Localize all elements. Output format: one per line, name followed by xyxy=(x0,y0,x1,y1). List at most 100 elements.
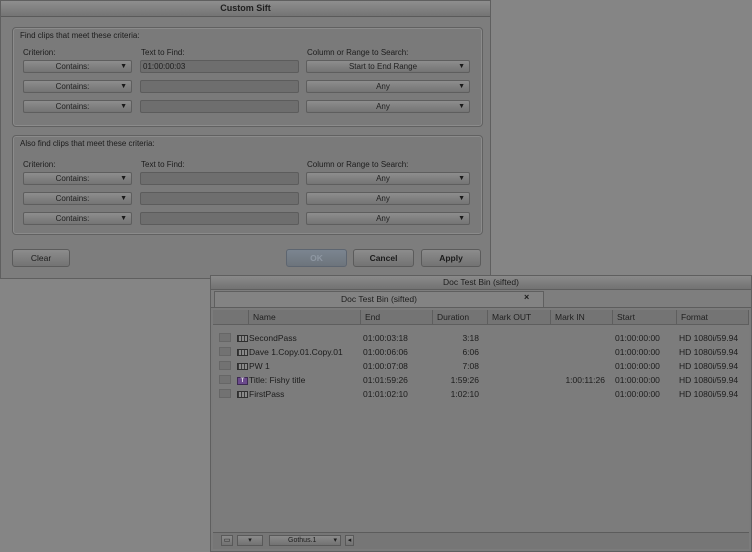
bin-view-dropdown[interactable]: Gothus.1 ▾ xyxy=(269,535,341,546)
end-cell: 01:00:06:06 xyxy=(363,347,408,357)
clip-icon xyxy=(237,349,248,357)
tab-doc-test-bin[interactable]: Doc Test Bin (sifted) xyxy=(214,291,544,307)
column-range-label: Column or Range to Search: xyxy=(307,160,409,169)
column-header-name[interactable]: Name xyxy=(249,310,361,325)
range-dropdown[interactable]: Any ▼ xyxy=(306,192,470,205)
format-cell: HD 1080i/59.94 xyxy=(679,389,739,399)
end-cell: 01:00:03:18 xyxy=(363,333,408,343)
table-row[interactable]: T Title: Fishy title 01:01:59:26 1:59:26 … xyxy=(213,373,749,387)
range-dropdown[interactable]: Any ▼ xyxy=(306,80,470,93)
bin-view-icon[interactable]: ▭ xyxy=(221,535,233,546)
dropdown-arrow-icon: ▼ xyxy=(458,63,465,70)
column-header-mark-in[interactable]: Mark IN xyxy=(551,310,613,325)
dropdown-arrow-icon: ▼ xyxy=(120,63,127,70)
table-row[interactable]: FirstPass 01:01:02:10 1:02:10 01:00:00:0… xyxy=(213,387,749,401)
group-title: Find clips that meet these criteria: xyxy=(20,31,140,40)
end-cell: 01:01:59:26 xyxy=(363,375,408,385)
criterion-dropdown[interactable]: Contains: ▼ xyxy=(23,100,132,113)
clear-button[interactable]: Clear xyxy=(12,249,70,267)
range-dropdown[interactable]: Any ▼ xyxy=(306,212,470,225)
criterion-label: Criterion: xyxy=(23,160,56,169)
column-header-mark-out[interactable]: Mark OUT xyxy=(488,310,551,325)
clip-name-cell: Dave 1.Copy.01.Copy.01 xyxy=(237,345,343,359)
duration-cell: 3:18 xyxy=(462,333,479,343)
mark-in-cell: 1:00:11:26 xyxy=(565,375,605,385)
find-criteria-group: Find clips that meet these criteria: Cri… xyxy=(12,27,483,127)
criterion-dropdown[interactable]: Contains: ▼ xyxy=(23,80,132,93)
bin-menu-button[interactable]: ▾ xyxy=(237,535,263,546)
column-header-format[interactable]: Format xyxy=(677,310,749,325)
also-find-criteria-group: Also find clips that meet these criteria… xyxy=(12,135,483,235)
row-select-box[interactable] xyxy=(219,361,231,370)
format-cell: HD 1080i/59.94 xyxy=(679,361,739,371)
scroll-left-icon[interactable]: ◂ xyxy=(345,535,354,546)
dropdown-arrow-icon: ▼ xyxy=(120,83,127,90)
dropdown-arrow-icon: ▼ xyxy=(458,175,465,182)
criterion-dropdown[interactable]: Contains: ▼ xyxy=(23,60,132,73)
text-to-find-label: Text to Find: xyxy=(141,160,185,169)
text-to-find-input[interactable]: 01:00:00:03 xyxy=(140,60,299,73)
criterion-label: Criterion: xyxy=(23,48,56,57)
duration-cell: 7:08 xyxy=(462,361,479,371)
title-icon: T xyxy=(237,376,248,385)
cancel-button[interactable]: Cancel xyxy=(353,249,414,267)
range-dropdown[interactable]: Any ▼ xyxy=(306,172,470,185)
range-dropdown[interactable]: Any ▼ xyxy=(306,100,470,113)
header-select xyxy=(213,310,249,325)
dropdown-arrow-icon: ▼ xyxy=(458,215,465,222)
ok-button[interactable]: OK xyxy=(286,249,347,267)
text-to-find-input[interactable] xyxy=(140,212,299,225)
bin-rows: SecondPass 01:00:03:18 3:18 01:00:00:00 … xyxy=(213,325,749,532)
table-row[interactable]: Dave 1.Copy.01.Copy.01 01:00:06:06 6:06 … xyxy=(213,345,749,359)
bin-view-label: Gothus.1 xyxy=(288,537,317,544)
end-cell: 01:00:07:08 xyxy=(363,361,408,371)
criterion-dropdown[interactable]: Contains: ▼ xyxy=(23,212,132,225)
group-title: Also find clips that meet these criteria… xyxy=(20,139,155,148)
end-cell: 01:01:02:10 xyxy=(363,389,408,399)
row-select-box[interactable] xyxy=(219,389,231,398)
table-row[interactable]: PW 1 01:00:07:08 7:08 01:00:00:00 HD 108… xyxy=(213,359,749,373)
format-cell: HD 1080i/59.94 xyxy=(679,375,739,385)
mark-in-cell xyxy=(553,331,605,345)
clip-name-cell: FirstPass xyxy=(237,387,284,401)
clip-name-cell: PW 1 xyxy=(237,359,270,373)
start-cell: 01:00:00:00 xyxy=(615,333,660,343)
column-header-end[interactable]: End xyxy=(361,310,433,325)
dialog-title: Custom Sift xyxy=(1,1,490,17)
duration-cell: 1:02:10 xyxy=(450,389,479,399)
table-row[interactable]: SecondPass 01:00:03:18 3:18 01:00:00:00 … xyxy=(213,331,749,345)
clip-icon xyxy=(237,363,248,371)
apply-button[interactable]: Apply xyxy=(421,249,481,267)
dropdown-arrow-icon: ▼ xyxy=(120,215,127,222)
text-to-find-input[interactable] xyxy=(140,172,299,185)
criterion-dropdown[interactable]: Contains: ▼ xyxy=(23,172,132,185)
clip-icon xyxy=(237,335,248,343)
text-to-find-input[interactable] xyxy=(140,192,299,205)
close-tab-icon[interactable]: × xyxy=(524,292,529,302)
text-to-find-input[interactable] xyxy=(140,80,299,93)
dropdown-arrow-icon: ▼ xyxy=(120,103,127,110)
text-to-find-label: Text to Find: xyxy=(141,48,185,57)
row-select-box[interactable] xyxy=(219,347,231,356)
start-cell: 01:00:00:00 xyxy=(615,361,660,371)
dropdown-arrow-icon: ▼ xyxy=(120,175,127,182)
dropdown-arrow-icon: ▼ xyxy=(458,103,465,110)
range-dropdown[interactable]: Start to End Range ▼ xyxy=(306,60,470,73)
mark-in-cell xyxy=(553,387,605,401)
dropdown-arrow-icon: ▼ xyxy=(458,195,465,202)
dropdown-arrow-icon: ▼ xyxy=(120,195,127,202)
format-cell: HD 1080i/59.94 xyxy=(679,347,739,357)
format-cell: HD 1080i/59.94 xyxy=(679,333,739,343)
column-header-start[interactable]: Start xyxy=(613,310,677,325)
start-cell: 01:00:00:00 xyxy=(615,389,660,399)
bin-title: Doc Test Bin (sifted) xyxy=(211,276,751,290)
row-select-box[interactable] xyxy=(219,375,231,384)
column-range-label: Column or Range to Search: xyxy=(307,48,409,57)
dropdown-arrow-icon: ▾ xyxy=(333,537,337,544)
column-header-duration[interactable]: Duration xyxy=(433,310,488,325)
text-to-find-input[interactable] xyxy=(140,100,299,113)
criterion-dropdown[interactable]: Contains: ▼ xyxy=(23,192,132,205)
clip-name-cell: SecondPass xyxy=(237,331,297,345)
row-select-box[interactable] xyxy=(219,333,231,342)
dropdown-arrow-icon: ▼ xyxy=(458,83,465,90)
